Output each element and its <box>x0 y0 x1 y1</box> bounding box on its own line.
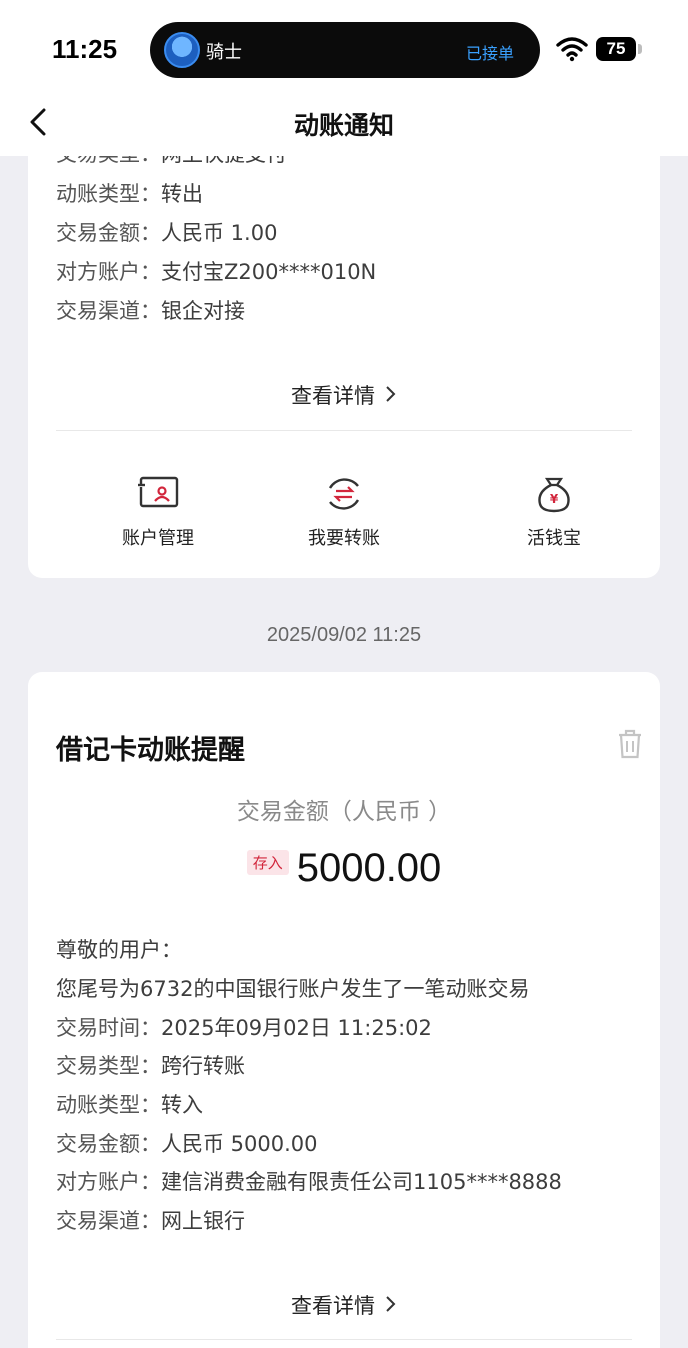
greeting: 尊敬的用户： <box>56 938 182 962</box>
svg-text:¥: ¥ <box>550 492 559 506</box>
dynamic-island[interactable]: 骑士 已接单 <box>150 22 540 78</box>
status-time: 11:25 <box>52 34 118 64</box>
detail-line-amount: 交易金额：人民币 1.00 <box>56 221 278 245</box>
detail-line-movement-type: 动账类型：转出 <box>56 182 203 206</box>
chevron-right-icon <box>385 384 397 408</box>
amount-value: 5000.00 <box>296 846 442 890</box>
amount-caption: 交易金额（人民币 ） <box>236 799 452 825</box>
rider-avatar-icon <box>164 32 200 68</box>
deposit-badge: 存入 <box>246 850 289 875</box>
wifi-icon <box>556 37 588 62</box>
transaction-card-debit: 借记卡动账提醒 交易金额（人民币 ） 存入 5000.00 尊敬的用户： 您尾号为… <box>28 672 660 1348</box>
top-bar: 11:25 骑士 已接单 75 动账通知 <box>0 0 688 156</box>
account-card-icon <box>138 476 179 508</box>
transaction-card-previous: 交易类型：网上快捷支付 动账类型：转出 交易金额：人民币 1.00 对方账户：支… <box>28 110 660 578</box>
huoqianbao-button[interactable]: ¥ 活钱宝 <box>474 474 634 550</box>
island-status: 已接单 <box>465 44 514 63</box>
detail-line-channel: 交易渠道：网上银行 <box>56 1209 245 1233</box>
detail-line-amount: 交易金额：人民币 5000.00 <box>56 1132 318 1156</box>
detail-line-transaction-type: 交易类型：跨行转账 <box>56 1054 245 1078</box>
amount-row: 存入 5000.00 <box>28 846 660 891</box>
detail-line-counterparty: 对方账户：建信消费金融有限责任公司1105****8888 <box>56 1170 562 1194</box>
card-title: 借记卡动账提醒 <box>56 735 245 766</box>
divider <box>56 430 632 431</box>
detail-line-movement-type: 动账类型：转入 <box>56 1093 203 1117</box>
notification-message: 您尾号为6732的中国银行账户发生了一笔动账交易 <box>56 977 530 1001</box>
divider <box>56 1339 632 1340</box>
message-timestamp: 2025/09/02 11:25 <box>266 624 422 646</box>
detail-line-counterparty: 对方账户：支付宝Z200****010N <box>56 260 377 284</box>
account-management-button[interactable]: 账户管理 <box>78 474 238 550</box>
transfer-button[interactable]: 我要转账 <box>264 474 424 550</box>
money-bag-icon: ¥ <box>538 477 570 513</box>
page-title: 动账通知 <box>293 111 394 140</box>
chevron-right-icon <box>385 1294 397 1318</box>
trash-icon[interactable] <box>616 728 644 760</box>
battery-tip <box>638 44 642 54</box>
detail-line-channel: 交易渠道：银企对接 <box>56 299 245 323</box>
view-detail-button[interactable]: 查看详情 <box>28 380 660 410</box>
detail-line-time: 交易时间：2025年09月02日 11:25:02 <box>56 1016 432 1040</box>
transfer-icon <box>328 478 360 510</box>
battery-indicator: 75 <box>596 37 636 61</box>
view-detail-button[interactable]: 查看详情 <box>28 1290 660 1320</box>
island-title: 骑士 <box>206 42 242 63</box>
